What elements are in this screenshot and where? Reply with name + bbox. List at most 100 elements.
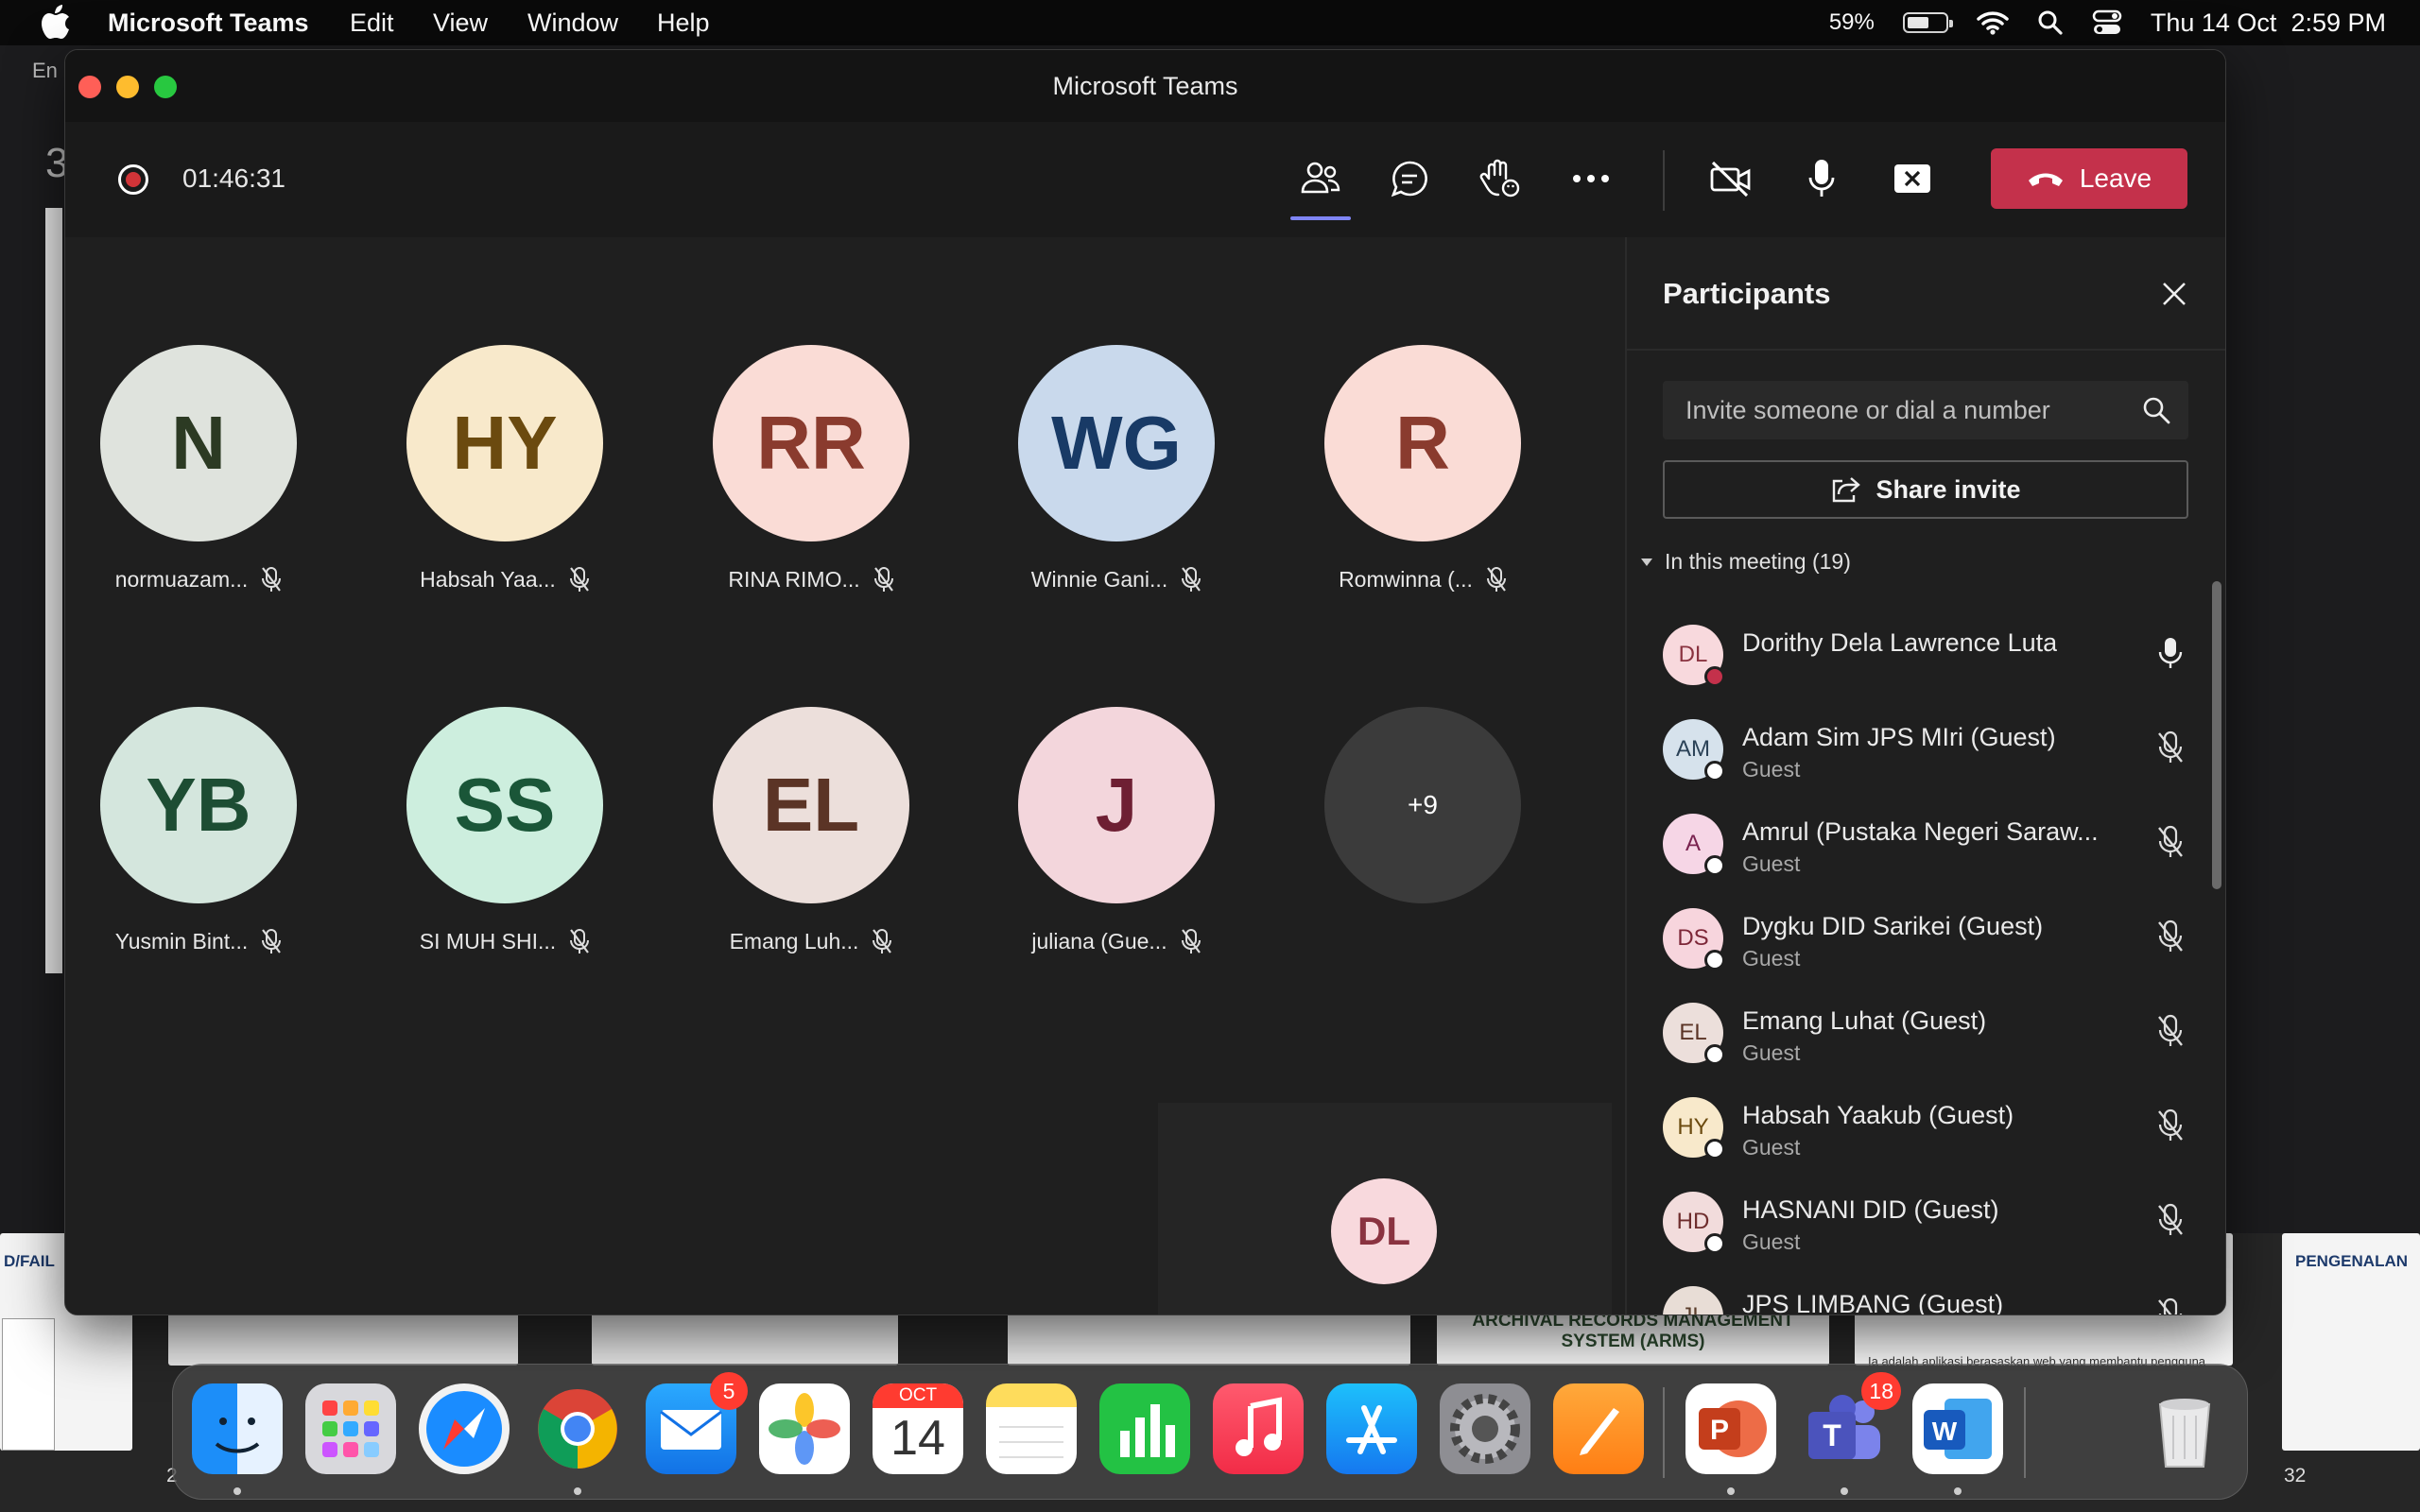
- dock-trash[interactable]: [2139, 1383, 2230, 1474]
- close-window-button[interactable]: [78, 76, 101, 98]
- wifi-icon[interactable]: [1977, 10, 2009, 35]
- dock-system-preferences[interactable]: [1440, 1383, 1530, 1474]
- menu-window[interactable]: Window: [527, 9, 618, 38]
- participant-tile[interactable]: SS SI MUH SHI...: [382, 707, 628, 954]
- participants-scrollbar[interactable]: [2212, 581, 2221, 889]
- dock-notes[interactable]: [986, 1383, 1077, 1474]
- participant-row[interactable]: EL Emang Luhat (Guest) Guest: [1627, 986, 2225, 1080]
- self-video-preview[interactable]: DL: [1158, 1103, 1612, 1314]
- dock-word[interactable]: W: [1912, 1383, 2003, 1474]
- chat-button[interactable]: [1383, 152, 1436, 205]
- menu-help[interactable]: Help: [657, 9, 710, 38]
- svg-text:T: T: [1823, 1418, 1841, 1452]
- share-invite-button[interactable]: Share invite: [1663, 460, 2188, 519]
- spotlight-search-icon[interactable]: [2037, 9, 2064, 36]
- reactions-button[interactable]: [1474, 152, 1527, 205]
- minimize-window-button[interactable]: [116, 76, 139, 98]
- participant-tile[interactable]: WG Winnie Gani...: [994, 345, 1239, 593]
- status-dot: [1704, 950, 1725, 971]
- dock-powerpoint[interactable]: P: [1685, 1383, 1776, 1474]
- participant-row[interactable]: HY Habsah Yaakub (Guest) Guest: [1627, 1080, 2225, 1175]
- participant-row[interactable]: DL Dorithy Dela Lawrence Luta: [1627, 608, 2225, 702]
- slide-thumb[interactable]: PENGENALAN: [2282, 1233, 2420, 1451]
- people-icon: [1301, 162, 1340, 194]
- maximize-window-button[interactable]: [154, 76, 177, 98]
- dock-launchpad[interactable]: [305, 1383, 396, 1474]
- participant-tile[interactable]: EL Emang Luh...: [688, 707, 934, 954]
- caret-down-icon: [1641, 558, 1652, 566]
- mic-muted-icon: [569, 567, 589, 592]
- dock-finder[interactable]: [192, 1383, 283, 1474]
- invite-search-box[interactable]: [1663, 381, 2188, 439]
- dock-safari[interactable]: [419, 1383, 510, 1474]
- chat-icon: [1391, 161, 1427, 198]
- camera-toggle-button[interactable]: [1704, 152, 1757, 205]
- more-actions-button[interactable]: [1564, 152, 1617, 205]
- microphone-icon[interactable]: [2157, 636, 2184, 670]
- running-indicator: [1954, 1487, 1962, 1495]
- pages-icon: [1580, 1408, 1619, 1455]
- invite-input[interactable]: [1663, 381, 2188, 439]
- meeting-toolbar: 01:46:31 Leave: [65, 122, 2225, 237]
- participant-tile[interactable]: YB Yusmin Bint...: [76, 707, 321, 954]
- dock-photos[interactable]: [759, 1383, 850, 1474]
- microphone-toggle-button[interactable]: [1795, 152, 1848, 205]
- dock-numbers[interactable]: [1099, 1383, 1190, 1474]
- menu-view[interactable]: View: [433, 9, 488, 38]
- mic-muted-icon[interactable]: [2157, 1014, 2184, 1048]
- dock-mail[interactable]: 5: [646, 1372, 748, 1474]
- mic-muted-icon[interactable]: [2157, 730, 2184, 765]
- control-center-icon[interactable]: [2092, 9, 2122, 36]
- slide-number: 32: [2284, 1465, 2307, 1486]
- participant-tile[interactable]: HY Habsah Yaa...: [382, 345, 628, 593]
- dock-pages[interactable]: [1553, 1383, 1644, 1474]
- participant-row[interactable]: AM Adam Sim JPS MIri (Guest) Guest: [1627, 702, 2225, 797]
- close-panel-icon[interactable]: [2159, 279, 2189, 309]
- dock-chrome[interactable]: [532, 1383, 623, 1474]
- window-titlebar: Microsoft Teams: [65, 50, 2225, 122]
- share-screen-button[interactable]: [1886, 152, 1939, 205]
- mic-muted-icon: [1181, 929, 1201, 954]
- mic-muted-icon: [262, 567, 282, 592]
- participant-tile[interactable]: J juliana (Gue...: [994, 707, 1239, 954]
- battery-icon[interactable]: [1902, 12, 1953, 33]
- participant-row[interactable]: A Amrul (Pustaka Negeri Saraw... Guest: [1627, 797, 2225, 891]
- mic-muted-icon[interactable]: [2157, 1203, 2184, 1237]
- apple-logo-icon[interactable]: [40, 4, 72, 42]
- mic-muted-icon[interactable]: [2157, 919, 2184, 954]
- calendar-month: OCT: [873, 1383, 963, 1408]
- dock-teams[interactable]: T 18: [1799, 1372, 1901, 1474]
- menu-app-name[interactable]: Microsoft Teams: [108, 9, 309, 38]
- participant-name: normuazam...: [114, 566, 249, 592]
- dock-music[interactable]: [1213, 1383, 1304, 1474]
- participant-name: JPS LIMBANG (Guest): [1742, 1290, 2004, 1315]
- participant-name: Emang Luh...: [729, 928, 859, 954]
- participant-tile[interactable]: RR RINA RIMO...: [688, 345, 934, 593]
- meeting-timer: 01:46:31: [182, 163, 285, 193]
- participant-row[interactable]: HD HASNANI DID (Guest) Guest: [1627, 1175, 2225, 1269]
- menu-edit[interactable]: Edit: [350, 9, 394, 38]
- participant-row[interactable]: DS Dygku DID Sarikei (Guest) Guest: [1627, 891, 2225, 986]
- mic-muted-icon[interactable]: [2157, 825, 2184, 859]
- participants-toggle-button[interactable]: [1290, 152, 1351, 220]
- menu-datetime[interactable]: Thu 14 Oct 2:59 PM: [2151, 9, 2386, 38]
- mic-muted-icon[interactable]: [2157, 1108, 2184, 1143]
- dock-app-store[interactable]: [1326, 1383, 1417, 1474]
- participant-tile[interactable]: R Romwinna (...: [1300, 345, 1546, 593]
- mail-badge: 5: [710, 1372, 748, 1410]
- raise-hand-icon: [1479, 159, 1520, 198]
- recording-icon: [118, 164, 148, 195]
- dock-calendar[interactable]: OCT 14: [873, 1383, 963, 1474]
- participant-tile[interactable]: N normuazam...: [76, 345, 321, 593]
- meeting-section-toggle[interactable]: In this meeting (19): [1640, 549, 1851, 575]
- participant-name: Winnie Gani...: [1030, 566, 1168, 592]
- overflow-participants-tile[interactable]: +9: [1300, 707, 1546, 903]
- leave-button[interactable]: Leave: [1991, 148, 2187, 209]
- participant-name: Emang Luhat (Guest): [1742, 1006, 1987, 1035]
- self-avatar: DL: [1331, 1178, 1437, 1284]
- dock-separator: [2024, 1387, 2026, 1478]
- participant-role: Guest: [1742, 946, 1801, 971]
- mic-muted-icon[interactable]: [2157, 1297, 2184, 1315]
- search-icon[interactable]: [2141, 395, 2171, 425]
- participant-row[interactable]: JL JPS LIMBANG (Guest): [1627, 1269, 2225, 1315]
